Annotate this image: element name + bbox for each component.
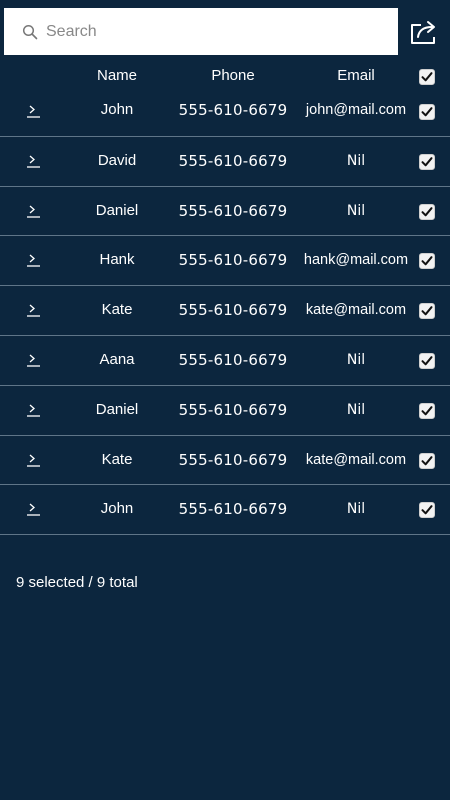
chevron-right-icon[interactable] xyxy=(25,501,41,517)
row-phone: 555-610-6679 xyxy=(178,500,288,519)
chevron-right-icon[interactable] xyxy=(25,302,41,318)
row-name: John xyxy=(100,500,134,518)
row-phone: 555-610-6679 xyxy=(178,400,288,419)
row-name: Aana xyxy=(99,350,135,368)
row-name: Kate xyxy=(101,301,133,319)
row-checkbox[interactable] xyxy=(419,104,435,120)
checkmark-icon xyxy=(421,455,433,465)
selection-status: 9 selected / 9 total xyxy=(16,574,138,591)
row-email: Nil xyxy=(346,501,366,518)
search-bar[interactable] xyxy=(4,8,398,55)
search-icon xyxy=(22,24,38,40)
chevron-right-icon[interactable] xyxy=(25,203,41,219)
select-all-checkbox[interactable] xyxy=(419,69,435,85)
row-checkbox[interactable] xyxy=(419,352,435,369)
chevron-right-icon[interactable] xyxy=(25,252,41,268)
row-phone: 555-610-6679 xyxy=(178,301,288,320)
table-row[interactable]: Hank 555-610-6679 hank@mail.com xyxy=(0,236,450,287)
checkmark-icon xyxy=(421,405,433,416)
table-row[interactable]: David 555-610-6679 Nil xyxy=(0,137,450,187)
row-checkbox[interactable] xyxy=(419,153,435,170)
row-name: Daniel xyxy=(95,400,139,418)
share-button[interactable] xyxy=(406,14,442,50)
chevron-right-icon[interactable] xyxy=(25,402,41,418)
row-checkbox[interactable] xyxy=(419,303,435,320)
row-name: John xyxy=(100,101,134,118)
row-name: Kate xyxy=(101,450,133,468)
checkmark-icon xyxy=(421,107,433,117)
row-checkbox[interactable] xyxy=(419,253,435,270)
row-email: hank@mail.com xyxy=(303,252,409,269)
checkmark-icon xyxy=(421,505,433,515)
row-email: kate@mail.com xyxy=(305,451,407,468)
table-row[interactable]: John 555-610-6679 john@mail.com xyxy=(0,87,450,137)
row-name: David xyxy=(97,151,137,169)
search-input[interactable] xyxy=(46,16,366,47)
checkmark-icon xyxy=(421,72,433,82)
share-icon xyxy=(411,21,435,44)
table-row[interactable]: Daniel 555-610-6679 Nil xyxy=(0,187,450,237)
row-phone: 555-610-6679 xyxy=(178,350,288,369)
row-phone: 555-610-6679 xyxy=(178,101,288,119)
row-email: Nil xyxy=(346,152,366,169)
row-email: kate@mail.com xyxy=(305,302,407,319)
row-checkbox[interactable] xyxy=(419,203,435,220)
row-checkbox[interactable] xyxy=(419,402,435,419)
chevron-right-icon[interactable] xyxy=(25,352,41,368)
table-row[interactable]: John 555-610-6679 Nil xyxy=(0,485,450,536)
row-checkbox[interactable] xyxy=(419,502,435,519)
table-row[interactable]: Kate 555-610-6679 kate@mail.com xyxy=(0,286,450,336)
checkmark-icon xyxy=(421,356,433,366)
row-email: Nil xyxy=(346,351,366,368)
row-checkbox[interactable] xyxy=(419,452,435,469)
row-name: Daniel xyxy=(95,201,139,219)
chevron-right-icon[interactable] xyxy=(25,103,41,119)
checkmark-icon xyxy=(421,306,433,316)
row-phone: 555-610-6679 xyxy=(178,251,288,270)
row-email: Nil xyxy=(346,202,366,219)
table-row[interactable]: Daniel 555-610-6679 Nil xyxy=(0,386,450,436)
checkmark-icon xyxy=(421,206,433,216)
chevron-right-icon[interactable] xyxy=(25,452,41,468)
chevron-right-icon[interactable] xyxy=(25,153,41,169)
checkmark-icon xyxy=(421,156,433,167)
table-row[interactable]: Aana 555-610-6679 Nil xyxy=(0,336,450,386)
row-name: Hank xyxy=(99,251,135,269)
checkmark-icon xyxy=(421,256,433,266)
row-email: john@mail.com xyxy=(305,102,407,118)
row-email: Nil xyxy=(346,401,366,418)
row-phone: 555-610-6679 xyxy=(178,151,288,170)
row-phone: 555-610-6679 xyxy=(178,450,288,469)
table-row[interactable]: Kate 555-610-6679 kate@mail.com xyxy=(0,436,450,486)
row-phone: 555-610-6679 xyxy=(178,201,288,220)
contact-list: John 555-610-6679 john@mail.com David 55… xyxy=(0,87,450,536)
